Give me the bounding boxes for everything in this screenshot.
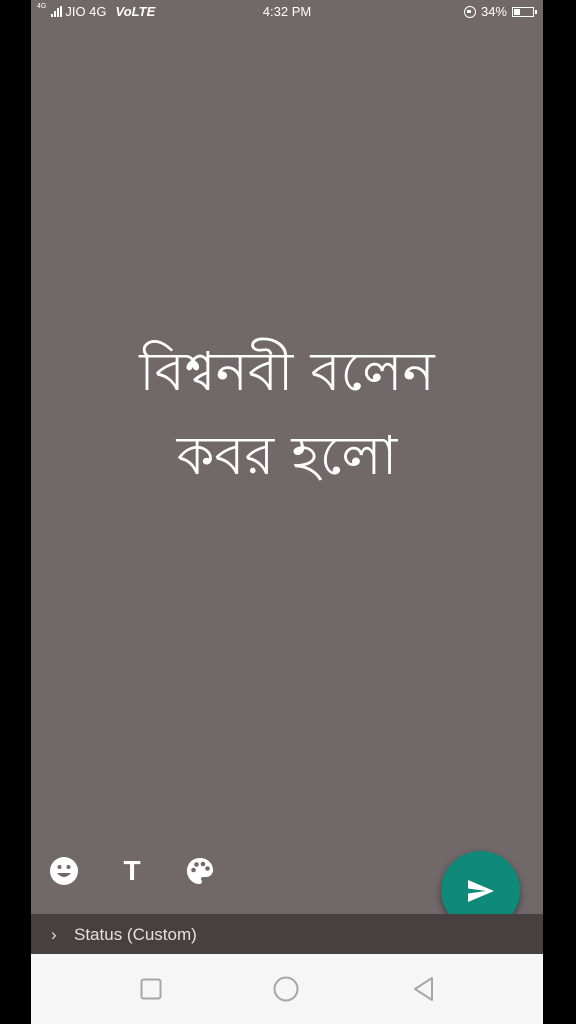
back-button[interactable] <box>411 976 437 1002</box>
send-arrow-icon <box>467 879 494 902</box>
smiley-icon <box>50 857 78 885</box>
rotation-lock-icon <box>463 5 476 18</box>
background-color-button[interactable] <box>185 856 215 886</box>
text-icon: T <box>123 855 141 886</box>
home-button[interactable] <box>273 976 299 1002</box>
system-indicators: 34% <box>463 4 537 19</box>
recents-button[interactable] <box>138 976 164 1002</box>
audience-selector-bar[interactable]: › Status (Custom) <box>31 914 543 954</box>
home-icon <box>273 976 299 1002</box>
system-status-bar: 4G JIO 4G VoLTE 4:32 PM 34% <box>31 0 543 24</box>
chevron-right-icon: › <box>51 925 57 944</box>
battery-fill <box>514 8 520 15</box>
recents-icon <box>140 978 162 1000</box>
status-editor-screen: 4G JIO 4G VoLTE 4:32 PM 34% বিশ্বনবী বলে… <box>31 0 543 1024</box>
status-text-display[interactable]: বিশ্বনবী বলেন কবর হলো <box>61 330 513 498</box>
battery-icon <box>512 6 537 17</box>
palette-icon <box>187 858 213 884</box>
system-navigation-bar <box>31 954 543 1024</box>
emoji-button[interactable] <box>49 856 79 886</box>
text-style-button[interactable]: T <box>117 855 147 886</box>
battery-percent: 34% <box>480 4 507 19</box>
editor-toolbar: T <box>49 855 215 886</box>
back-icon <box>414 977 433 1001</box>
audience-label: Status (Custom) <box>74 925 197 944</box>
